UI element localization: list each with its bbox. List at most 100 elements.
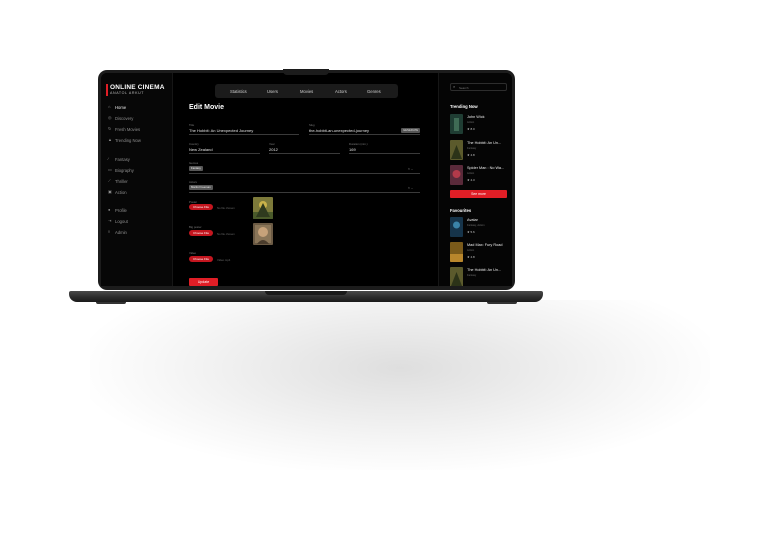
rating-value: 4.8 [470,255,475,259]
movie-poster[interactable] [450,217,463,237]
big-poster-choose-file-button[interactable]: Choose File [189,230,213,236]
movie-title[interactable]: Spider Man : No Wa... [467,166,504,170]
big-poster-preview [253,223,273,245]
tab-genres[interactable]: Genres [367,89,381,94]
sidebar-item-home[interactable]: Home [115,105,126,110]
year-input[interactable]: 2012 [269,147,278,152]
laptop-foot-right [487,302,517,304]
tab-actors[interactable]: Actors [335,89,347,94]
genres-select-controls[interactable]: × ⌄ [408,167,413,171]
favourites-heading: Favourites [450,208,472,213]
logout-icon: ⇥ [108,218,112,223]
movie-poster[interactable] [450,165,463,185]
sidebar: ONLINE CINEMA ANATOL ARKUT ⌂ Home ◎ Disc… [101,73,173,286]
movie-poster[interactable] [450,242,463,262]
generate-slug-button[interactable]: GENERATE [401,128,421,133]
admin-navigation: Statistics Users Movies Actors Genres [215,84,398,98]
rating-value: 8.0 [470,127,475,131]
video-file-name: Video.mp4 [217,257,231,262]
duration-label: Duration (min.) [349,142,368,146]
genre-chip[interactable]: Fantasy [189,166,203,171]
movie-title[interactable]: Avatar [467,218,478,222]
slug-input[interactable]: the-hobbit-an-unexpected-journey [309,128,369,133]
shield-icon: ◊ [108,229,110,234]
movie-genre: Action [467,172,475,175]
slug-underline [309,134,420,135]
search-input[interactable]: Search [459,86,469,90]
rating-value: 4.3 [470,178,475,182]
movie-rating: ★ 8.0 [467,127,475,131]
movie-genre: Action [467,121,475,124]
genres-label: Genres [189,161,199,165]
wand-icon: ⁄ [108,156,109,161]
sidebar-item-admin[interactable]: Admin [115,230,127,235]
tab-statistics[interactable]: Statistics [230,89,247,94]
compass-icon: ◎ [108,115,112,120]
base-groove [265,291,347,295]
trending-heading: Trending Now [450,104,478,109]
duration-input[interactable]: 169 [349,147,356,152]
big-poster-file-name: No file chosen [217,231,235,236]
movie-genre: Fantasy, Action [467,224,485,227]
movie-rating: ★ 4.8 [467,153,475,157]
laptop-lid: ONLINE CINEMA ANATOL ARKUT ⌂ Home ◎ Disc… [98,69,515,290]
sidebar-item-discovery[interactable]: Discovery [115,116,133,121]
movie-rating: ★ 4.8 [467,255,475,259]
sidebar-item-fantasy[interactable]: Fantasy [115,157,130,162]
sidebar-item-biography[interactable]: Biography [115,168,134,173]
fire-icon: ▲ [108,137,112,142]
movie-poster[interactable] [450,140,463,160]
video-choose-file-button[interactable]: Choose File [189,256,213,262]
film-icon: ▣ [108,189,112,194]
laptop-screen: ONLINE CINEMA ANATOL ARKUT ⌂ Home ◎ Disc… [101,73,512,286]
movie-title[interactable]: John Wick [467,115,485,119]
poster-preview [253,197,273,219]
sidebar-item-thriller[interactable]: Thriller [115,179,128,184]
refresh-icon: ↻ [108,126,112,131]
actors-select-controls[interactable]: × ⌄ [408,186,413,190]
book-icon: ▭ [108,167,112,172]
sidebar-item-profile[interactable]: Profile [115,208,127,213]
search-box[interactable]: ⌕ Search [450,83,507,91]
duration-underline [349,153,420,154]
movie-rating: ★ 5.6 [467,230,475,234]
movie-genre: Fantasy [467,274,477,277]
actor-chip[interactable]: Martin Freeman [189,185,213,190]
page: ONLINE CINEMA ANATOL ARKUT ⌂ Home ◎ Disc… [0,0,773,535]
movie-poster[interactable] [450,114,463,134]
movie-genre: Action [467,249,475,252]
tab-movies[interactable]: Movies [300,89,313,94]
year-underline [269,153,340,154]
rating-value: 4.8 [470,153,475,157]
sidebar-item-trending-now[interactable]: Trending Now [115,138,141,143]
country-underline [189,153,260,154]
update-button[interactable]: Update [189,278,218,286]
laptop-shadow [90,300,710,470]
home-icon: ⌂ [108,104,111,109]
movie-title[interactable]: The Hobbit: An Un... [467,268,501,272]
slug-label: Slug [309,123,315,127]
year-label: Year [269,142,275,146]
movie-title[interactable]: Mad Max: Fury Road [467,243,502,247]
sidebar-item-action[interactable]: Action [115,190,127,195]
title-input[interactable]: The Hobbit: An Unexpected Journey [189,128,253,133]
see-more-button[interactable]: See more [450,190,507,198]
knife-icon: ⟋ [108,178,111,183]
right-panel: ⌕ Search Trending Now John Wick Action ★… [438,73,512,286]
country-input[interactable]: New Zealand [189,147,213,152]
sidebar-item-fresh-movies[interactable]: Fresh Movies [115,127,140,132]
movie-genre: Fantasy [467,147,477,150]
movie-title[interactable]: The Hobbit: An Un... [467,141,501,145]
search-icon: ⌕ [453,84,456,90]
brand-logo[interactable]: ONLINE CINEMA ANATOL ARKUT [106,84,165,96]
title-label: Title [189,123,195,127]
user-icon: ● [108,207,111,212]
tab-users[interactable]: Users [267,89,278,94]
title-underline [189,134,299,135]
poster-choose-file-button[interactable]: Choose File [189,204,213,210]
sidebar-item-logout[interactable]: Logout [115,219,128,224]
movie-poster[interactable] [450,267,463,286]
laptop-base [69,291,543,302]
actors-underline [189,192,420,193]
camera-notch [283,69,329,75]
